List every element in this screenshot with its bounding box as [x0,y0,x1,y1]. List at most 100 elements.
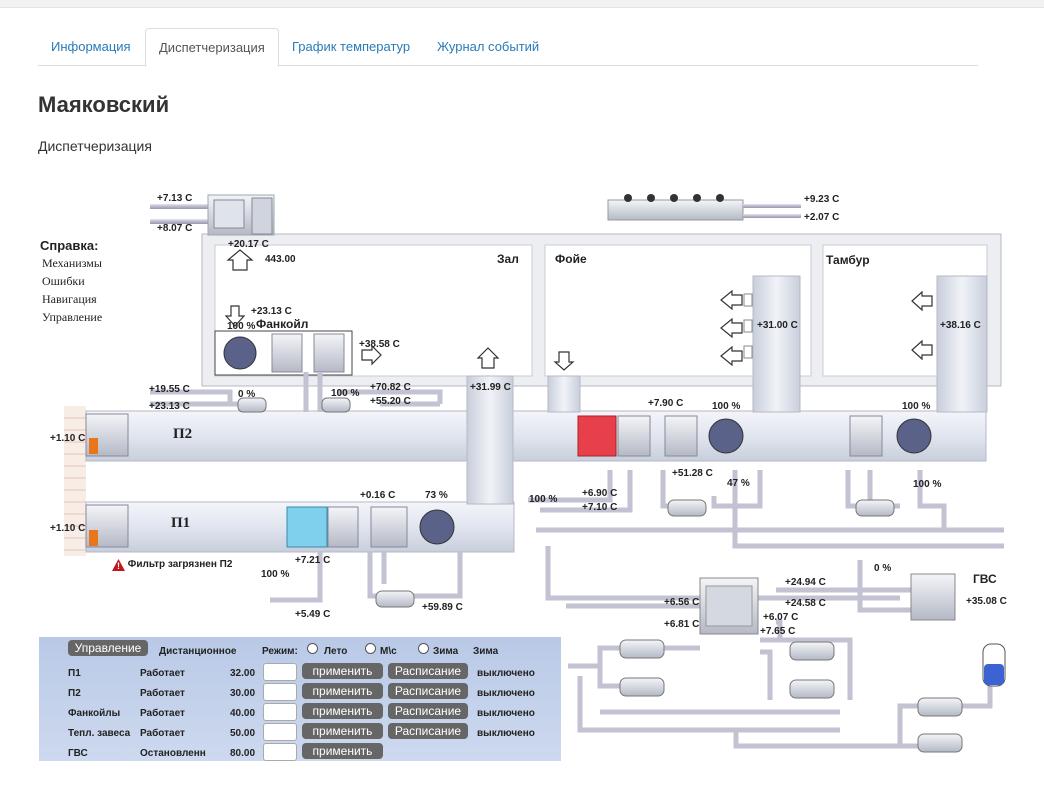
mode-offseason-label: М\с [380,646,397,657]
reading: +6.56 C [664,597,700,608]
room-tambour-label: Тамбур [826,253,870,267]
apply-button[interactable]: применить [302,683,383,699]
mode-radio-summer[interactable] [307,643,318,654]
reading: +7.21 C [295,555,331,566]
row-status: выключено [477,688,535,699]
schedule-button[interactable]: Расписание [388,663,468,679]
help-item-control[interactable]: Управление [42,310,102,325]
mode-radio-offseason[interactable] [365,643,376,654]
apply-button[interactable]: применить [302,663,383,679]
reading: +31.00 C [757,320,798,331]
schedule-button[interactable]: Расписание [388,703,468,719]
row-value: 80.00 [230,748,256,759]
mode-radio-winter[interactable] [418,643,429,654]
row-name: Тепл. завеса [68,728,131,739]
reading: +59.89 C [422,602,463,613]
setpoint-input[interactable] [263,723,297,741]
row-name: П2 [68,688,81,699]
reading: +6.07 C [763,612,799,623]
row-status: выключено [477,728,535,739]
reading: 443.00 [265,254,296,265]
reading: +7.90 C [648,398,684,409]
reading: +1.10 C [50,433,86,444]
setpoint-input[interactable] [263,683,297,701]
row-value: 32.00 [230,668,256,679]
reading: +20.17 C [228,239,269,250]
reading: +19.55 C [149,384,190,395]
row-name: Фанкойлы [68,708,121,719]
reading: 0 % [238,389,256,400]
room-hall-label: Зал [497,252,519,266]
reading: +55.20 C [370,396,411,407]
row-state: Работает [140,728,185,739]
reading: +7.13 C [157,193,193,204]
row-state: Работает [140,708,185,719]
fancoil-label: Фанкойл [256,317,309,331]
help-title: Справка: [40,238,99,253]
reading: +8.07 C [157,223,193,234]
apply-button[interactable]: применить [302,723,383,739]
reading: +7.10 C [582,502,618,513]
reading: 100 % [913,479,942,490]
alarm-message[interactable]: ! Фильтр загрязнен П2 [112,559,232,571]
control-title[interactable]: Управление [68,640,148,656]
row-state: Работает [140,688,185,699]
help-section: Справка: Механизмы Ошибки Навигация Упра… [40,238,102,325]
reading: 100 % [331,388,360,399]
reading: +70.82 C [370,382,411,393]
row-value: 50.00 [230,728,256,739]
reading: +7.65 C [760,626,796,637]
help-item-mechanisms[interactable]: Механизмы [42,256,102,271]
control-panel: Управление Дистанционное Режим: Лето М\с… [39,637,561,761]
reading: +23.13 C [149,401,190,412]
row-value: 40.00 [230,708,256,719]
reading: +23.13 C [251,306,292,317]
reading: +24.94 C [785,577,826,588]
row-status: выключено [477,668,535,679]
reading: +9.23 C [804,194,840,205]
remote-label: Дистанционное [159,646,237,657]
schedule-button[interactable]: Расписание [388,683,468,699]
setpoint-input[interactable] [263,703,297,721]
apply-button[interactable]: применить [302,703,383,719]
reading: 100 % [227,321,256,332]
setpoint-input[interactable] [263,743,297,761]
help-item-errors[interactable]: Ошибки [42,274,102,289]
apply-button[interactable]: применить [302,743,383,759]
gvs-label: ГВС [973,572,997,586]
reading: +5.49 C [295,609,331,620]
row-name: П1 [68,668,81,679]
reading: 100 % [712,401,741,412]
reading: +6.81 C [664,619,700,630]
mode-summer-label: Лето [324,646,348,657]
reading: +1.10 C [50,523,86,534]
reading: 47 % [727,478,750,489]
reading: +51.28 C [672,468,713,479]
row-value: 30.00 [230,688,256,699]
reading: 100 % [902,401,931,412]
reading: +31.99 C [470,382,511,393]
row-state: Остановленн [140,748,206,759]
unit-p2-label: П2 [173,426,193,442]
warning-icon: ! [112,559,125,571]
reading: +24.58 C [785,598,826,609]
reading: +6.90 C [582,488,618,499]
current-mode: Зима [473,646,499,657]
row-status: выключено [477,708,535,719]
reading: 100 % [261,569,290,580]
reading: 73 % [425,490,448,501]
reading: +2.07 C [804,212,840,223]
reading: +38.58 C [359,339,400,350]
setpoint-input[interactable] [263,663,297,681]
row-state: Работает [140,668,185,679]
row-name: ГВС [68,748,88,759]
reading: +38.16 C [940,320,981,331]
reading: +0.16 C [360,490,396,501]
mode-winter-label: Зима [433,646,459,657]
reading: +35.08 C [966,596,1007,607]
schedule-button[interactable]: Расписание [388,723,468,739]
reading: 0 % [874,563,892,574]
reading: 100 % [529,494,558,505]
help-item-navigation[interactable]: Навигация [42,292,102,307]
unit-p1-label: П1 [171,515,191,531]
